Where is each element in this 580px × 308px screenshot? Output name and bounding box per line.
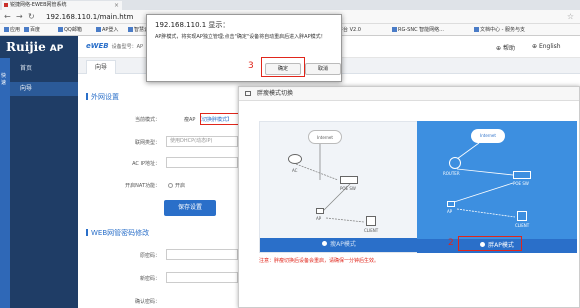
nat-label: 开启NAT功能： xyxy=(125,183,160,189)
bookmark-item[interactable]: AP登入 xyxy=(96,26,118,33)
section-password-title: WEB网管密码修改 xyxy=(86,228,149,238)
step-2-label: 2 xyxy=(448,238,454,248)
step-3-label: 3 xyxy=(248,61,254,71)
router-label: ROUTER xyxy=(443,171,460,176)
client-label: CLIENT xyxy=(515,223,530,228)
poe-label: POE SW xyxy=(513,181,529,186)
cloud-icon xyxy=(128,27,133,32)
help-link[interactable]: ⊕ 帮助 xyxy=(496,43,515,52)
browser-tab[interactable]: 锐捷网络-EWEB网管系统 × xyxy=(2,1,122,10)
web-icon xyxy=(392,27,397,32)
switch-mode-highlight xyxy=(200,113,240,125)
nat-radio[interactable]: 开启 xyxy=(168,182,185,189)
ac-ip-input[interactable] xyxy=(166,157,238,168)
apps-icon xyxy=(4,27,9,32)
bookmark-item[interactable]: QQ邮箱 xyxy=(58,26,82,33)
link-type-select[interactable]: 使用DHCP(动态IP) xyxy=(166,136,238,147)
fat-ap-option-highlight xyxy=(458,236,522,251)
section-wan-title: 外网设置 xyxy=(86,92,119,102)
client-device-icon xyxy=(517,211,527,221)
poe-label: POE SW xyxy=(340,186,356,191)
radio-icon xyxy=(168,183,173,188)
poe-switch-icon xyxy=(340,176,358,184)
poe-switch-icon xyxy=(513,171,531,179)
reload-icon[interactable]: ↻ xyxy=(28,12,35,21)
internet-cloud-icon: Internet xyxy=(471,129,505,143)
folder-icon xyxy=(96,27,101,32)
bookmark-star-icon[interactable]: ☆ xyxy=(567,12,574,21)
tab-wizard[interactable]: 向导 xyxy=(86,60,116,74)
bookmark-item[interactable]: 百度 xyxy=(24,26,40,33)
ap-label: AP xyxy=(447,209,453,214)
window-icon xyxy=(245,91,251,96)
mail-icon xyxy=(58,27,63,32)
current-mode-label: 当前模式： xyxy=(134,117,160,123)
ruijie-logo: Ruijie AP xyxy=(0,36,78,58)
sidebar-item-wizard[interactable]: 向导 xyxy=(10,82,78,96)
router-device-icon xyxy=(449,157,461,169)
restart-warning: 注意：胖瘦切换后设备会重启，请确保一分钟后生效。 xyxy=(259,258,380,264)
ap-device-icon xyxy=(316,208,324,214)
ac-label: AC xyxy=(292,168,298,173)
old-password-label: 原密码： xyxy=(139,253,160,259)
radio-icon xyxy=(322,241,328,246)
ap-device-icon xyxy=(447,201,455,207)
eweb-title: eWEB 设备型号：AP xyxy=(86,42,144,50)
mode-switch-panel: 胖瘦模式切换 Internet AC POE SW AP CLIENT 瘦AP模… xyxy=(238,86,580,308)
fit-ap-mode-card[interactable]: Internet AC POE SW AP CLIENT 瘦AP模式 xyxy=(259,121,419,253)
forward-icon[interactable]: → xyxy=(16,12,23,21)
doc-icon xyxy=(474,27,479,32)
browser-tab-title: 锐捷网络-EWEB网管系统 xyxy=(10,2,67,8)
bookmark-item[interactable]: 应用 xyxy=(4,26,20,33)
bookmark-item[interactable]: 文档中心 - 服务与支 xyxy=(474,26,525,33)
link-type-label: 联网类型： xyxy=(134,140,160,146)
confirm-dialog: 192.168.110.1 显示： AP胖模式，将实现AP独立管理;点击"确定"… xyxy=(146,14,342,82)
ok-button-highlight xyxy=(261,57,305,77)
fit-ap-mode-option[interactable]: 瘦AP模式 xyxy=(260,238,418,252)
favicon-icon xyxy=(4,3,8,7)
tab-close-icon[interactable]: × xyxy=(114,1,119,10)
sidebar-strip: 快速 xyxy=(0,58,10,308)
url-input[interactable]: 192.168.110.1/main.htm xyxy=(46,12,156,22)
back-icon[interactable]: ← xyxy=(4,12,11,21)
browser-tab-strip: 锐捷网络-EWEB网管系统 × xyxy=(0,0,580,10)
ac-device-icon xyxy=(288,154,302,164)
new-password-input[interactable] xyxy=(166,272,238,283)
ap-label: AP xyxy=(316,216,322,221)
ac-ip-label: AC IP地址： xyxy=(132,161,160,167)
confirm-password-label: 确认密码： xyxy=(134,299,160,305)
new-password-label: 新密码： xyxy=(139,276,160,282)
save-settings-button[interactable]: 保存设置 xyxy=(164,200,216,216)
dialog-message: AP胖模式，将实现AP独立管理;点击"确定"设备将自动重启后进入胖AP模式！ xyxy=(155,34,326,40)
old-password-input[interactable] xyxy=(166,249,238,260)
fat-ap-mode-card[interactable]: Internet ROUTER POE SW AP CLIENT 胖AP模式 xyxy=(417,121,577,253)
baidu-icon xyxy=(24,27,29,32)
client-label: CLIENT xyxy=(364,228,379,233)
bookmark-item[interactable]: RG-SNC 智能网络... xyxy=(392,26,444,33)
sidebar-item-home[interactable]: 首页 xyxy=(10,62,78,76)
client-device-icon xyxy=(366,216,376,226)
mode-switch-title: 胖瘦模式切换 xyxy=(239,87,579,101)
dialog-title: 192.168.110.1 显示： xyxy=(155,21,230,29)
internet-cloud-icon: Internet xyxy=(308,130,342,144)
language-link[interactable]: ⊕ English xyxy=(532,43,561,50)
cancel-button[interactable]: 取消 xyxy=(305,63,341,75)
